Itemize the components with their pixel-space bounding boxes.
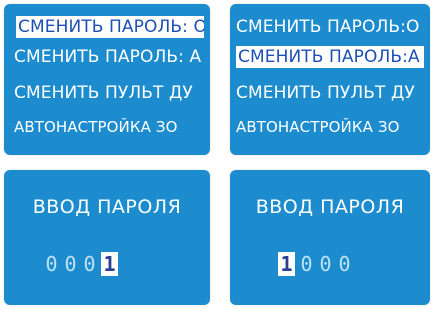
password-digits: 0001 <box>44 252 210 276</box>
menu-item-change-password-o[interactable]: СМЕНИТЬ ПАРОЛЬ: О <box>16 16 204 38</box>
password-digit-4[interactable]: 1 <box>101 252 118 276</box>
password-digits: 1000 <box>278 252 430 276</box>
password-entry-screen-1: ВВОД ПАРОЛЯ 0001 <box>4 170 210 305</box>
menu-item-change-remote[interactable]: СМЕНИТЬ ПУЛЬТ ДУ <box>236 82 426 104</box>
password-entry-title: ВВОД ПАРОЛЯ <box>32 196 182 218</box>
menu-item-change-password-o[interactable]: СМЕНИТЬ ПАРОЛЬ:О <box>236 16 426 38</box>
password-digit-2[interactable]: 0 <box>63 252 78 276</box>
password-digit-1[interactable]: 1 <box>278 252 295 276</box>
menu-item-change-password-a[interactable]: СМЕНИТЬ ПАРОЛЬ: А <box>14 46 206 68</box>
menu-item-change-password-a[interactable]: СМЕНИТЬ ПАРОЛЬ:А <box>236 46 424 68</box>
menu-item-autotune[interactable]: АВТОНАСТРОЙКА ЗО <box>14 116 206 138</box>
password-digit-2[interactable]: 0 <box>299 252 314 276</box>
password-digit-4[interactable]: 0 <box>337 252 352 276</box>
password-entry-title: ВВОД ПАРОЛЯ <box>255 196 405 218</box>
menu-screen-1: СМЕНИТЬ ПАРОЛЬ: О СМЕНИТЬ ПАРОЛЬ: А СМЕН… <box>4 4 210 155</box>
password-entry-screen-2: ВВОД ПАРОЛЯ 1000 <box>230 170 430 305</box>
password-digit-1[interactable]: 0 <box>44 252 59 276</box>
menu-screen-2: СМЕНИТЬ ПАРОЛЬ:О СМЕНИТЬ ПАРОЛЬ:А СМЕНИТ… <box>230 4 430 155</box>
password-digit-3[interactable]: 0 <box>82 252 97 276</box>
menu-item-autotune[interactable]: АВТОНАСТРОЙКА ЗО <box>236 116 426 138</box>
password-digit-3[interactable]: 0 <box>318 252 333 276</box>
menu-item-change-remote[interactable]: СМЕНИТЬ ПУЛЬТ ДУ <box>14 82 206 104</box>
